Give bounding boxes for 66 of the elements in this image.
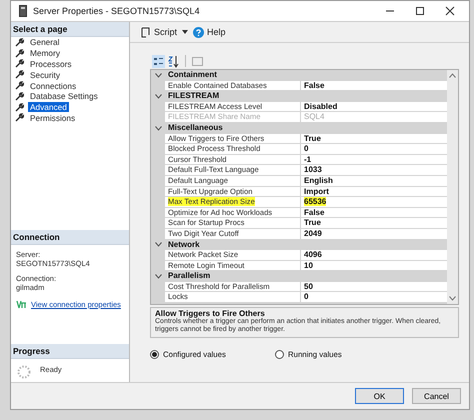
close-icon[interactable] [445, 6, 455, 16]
page-item[interactable]: Processors [28, 58, 74, 69]
spinner-icon [17, 365, 31, 379]
property-value[interactable]: English [304, 176, 333, 185]
collapse-icon[interactable] [154, 274, 162, 280]
property-value[interactable]: 1033 [304, 165, 322, 174]
help-button[interactable]: Help [191, 26, 228, 38]
collapse-icon[interactable] [154, 242, 162, 248]
property-value[interactable]: 0 [304, 144, 308, 154]
category-header[interactable]: Containment [165, 70, 447, 81]
wrench-icon [15, 59, 24, 68]
page-item[interactable]: Permissions [28, 112, 78, 123]
collapse-icon[interactable] [154, 72, 162, 78]
wrench-icon [15, 38, 24, 47]
property-value[interactable]: 65536 [304, 197, 326, 206]
dropdown-caret-icon[interactable] [182, 30, 188, 34]
page-item[interactable]: Memory [28, 48, 62, 58]
wrench-icon [15, 113, 24, 122]
page-item[interactable]: Security [28, 70, 62, 80]
section-header: Select a page [11, 22, 129, 37]
property-value[interactable]: True [304, 218, 321, 228]
sort-icon[interactable] [167, 54, 180, 68]
scrollbar[interactable] [447, 70, 458, 304]
dialog-button[interactable]: Cancel [412, 388, 461, 404]
category-header[interactable]: FILESTREAM [165, 91, 447, 102]
connection-icon [16, 300, 27, 309]
collapse-icon[interactable] [154, 94, 162, 99]
category-header[interactable]: Parallelism [165, 271, 447, 282]
wrench-icon [15, 92, 24, 101]
section-header: Progress [11, 344, 129, 359]
category-header[interactable]: Miscellaneous [165, 122, 447, 134]
property-value[interactable]: True [304, 134, 321, 143]
wrench-icon [15, 81, 24, 90]
property-value[interactable]: 50 [304, 282, 313, 291]
categorized-icon[interactable] [152, 54, 165, 68]
property-value[interactable]: 0 [304, 292, 308, 302]
property-value[interactable]: 4096 [304, 250, 322, 260]
page-item[interactable]: Advanced [28, 102, 69, 112]
script-button[interactable]: Script [138, 26, 180, 38]
page-item[interactable]: General [28, 37, 62, 48]
property-value[interactable]: False [304, 80, 324, 90]
scroll-up-icon[interactable] [449, 73, 456, 78]
help-icon [193, 26, 204, 38]
window-title: Server Properties - SEGOTN15773\SQL4 [33, 6, 200, 16]
description-title: Allow Triggers to Fire Others [155, 309, 266, 318]
category-header[interactable]: Network [165, 240, 447, 250]
page-item[interactable]: Connections [28, 80, 78, 91]
dialog-button[interactable]: OK [355, 388, 404, 404]
script-icon [140, 26, 151, 38]
section-header: Connection [11, 230, 129, 245]
property-value[interactable]: Disabled [304, 102, 338, 111]
property-value[interactable]: 2049 [304, 228, 322, 238]
wrench-icon [15, 48, 24, 58]
page-item[interactable]: Database Settings [28, 91, 100, 102]
scroll-down-icon[interactable] [449, 296, 456, 301]
radio-button[interactable] [150, 350, 159, 359]
property-value[interactable]: Import [304, 186, 329, 196]
wrench-icon [15, 102, 24, 112]
radio-button[interactable] [275, 350, 284, 359]
property-value[interactable]: 10 [304, 260, 313, 270]
wrench-icon [15, 70, 24, 80]
collapse-icon[interactable] [154, 126, 162, 131]
property-value[interactable]: -1 [304, 154, 312, 164]
property-value[interactable]: False [304, 208, 324, 217]
maximize-icon[interactable] [415, 6, 425, 16]
window-icon [19, 5, 27, 17]
